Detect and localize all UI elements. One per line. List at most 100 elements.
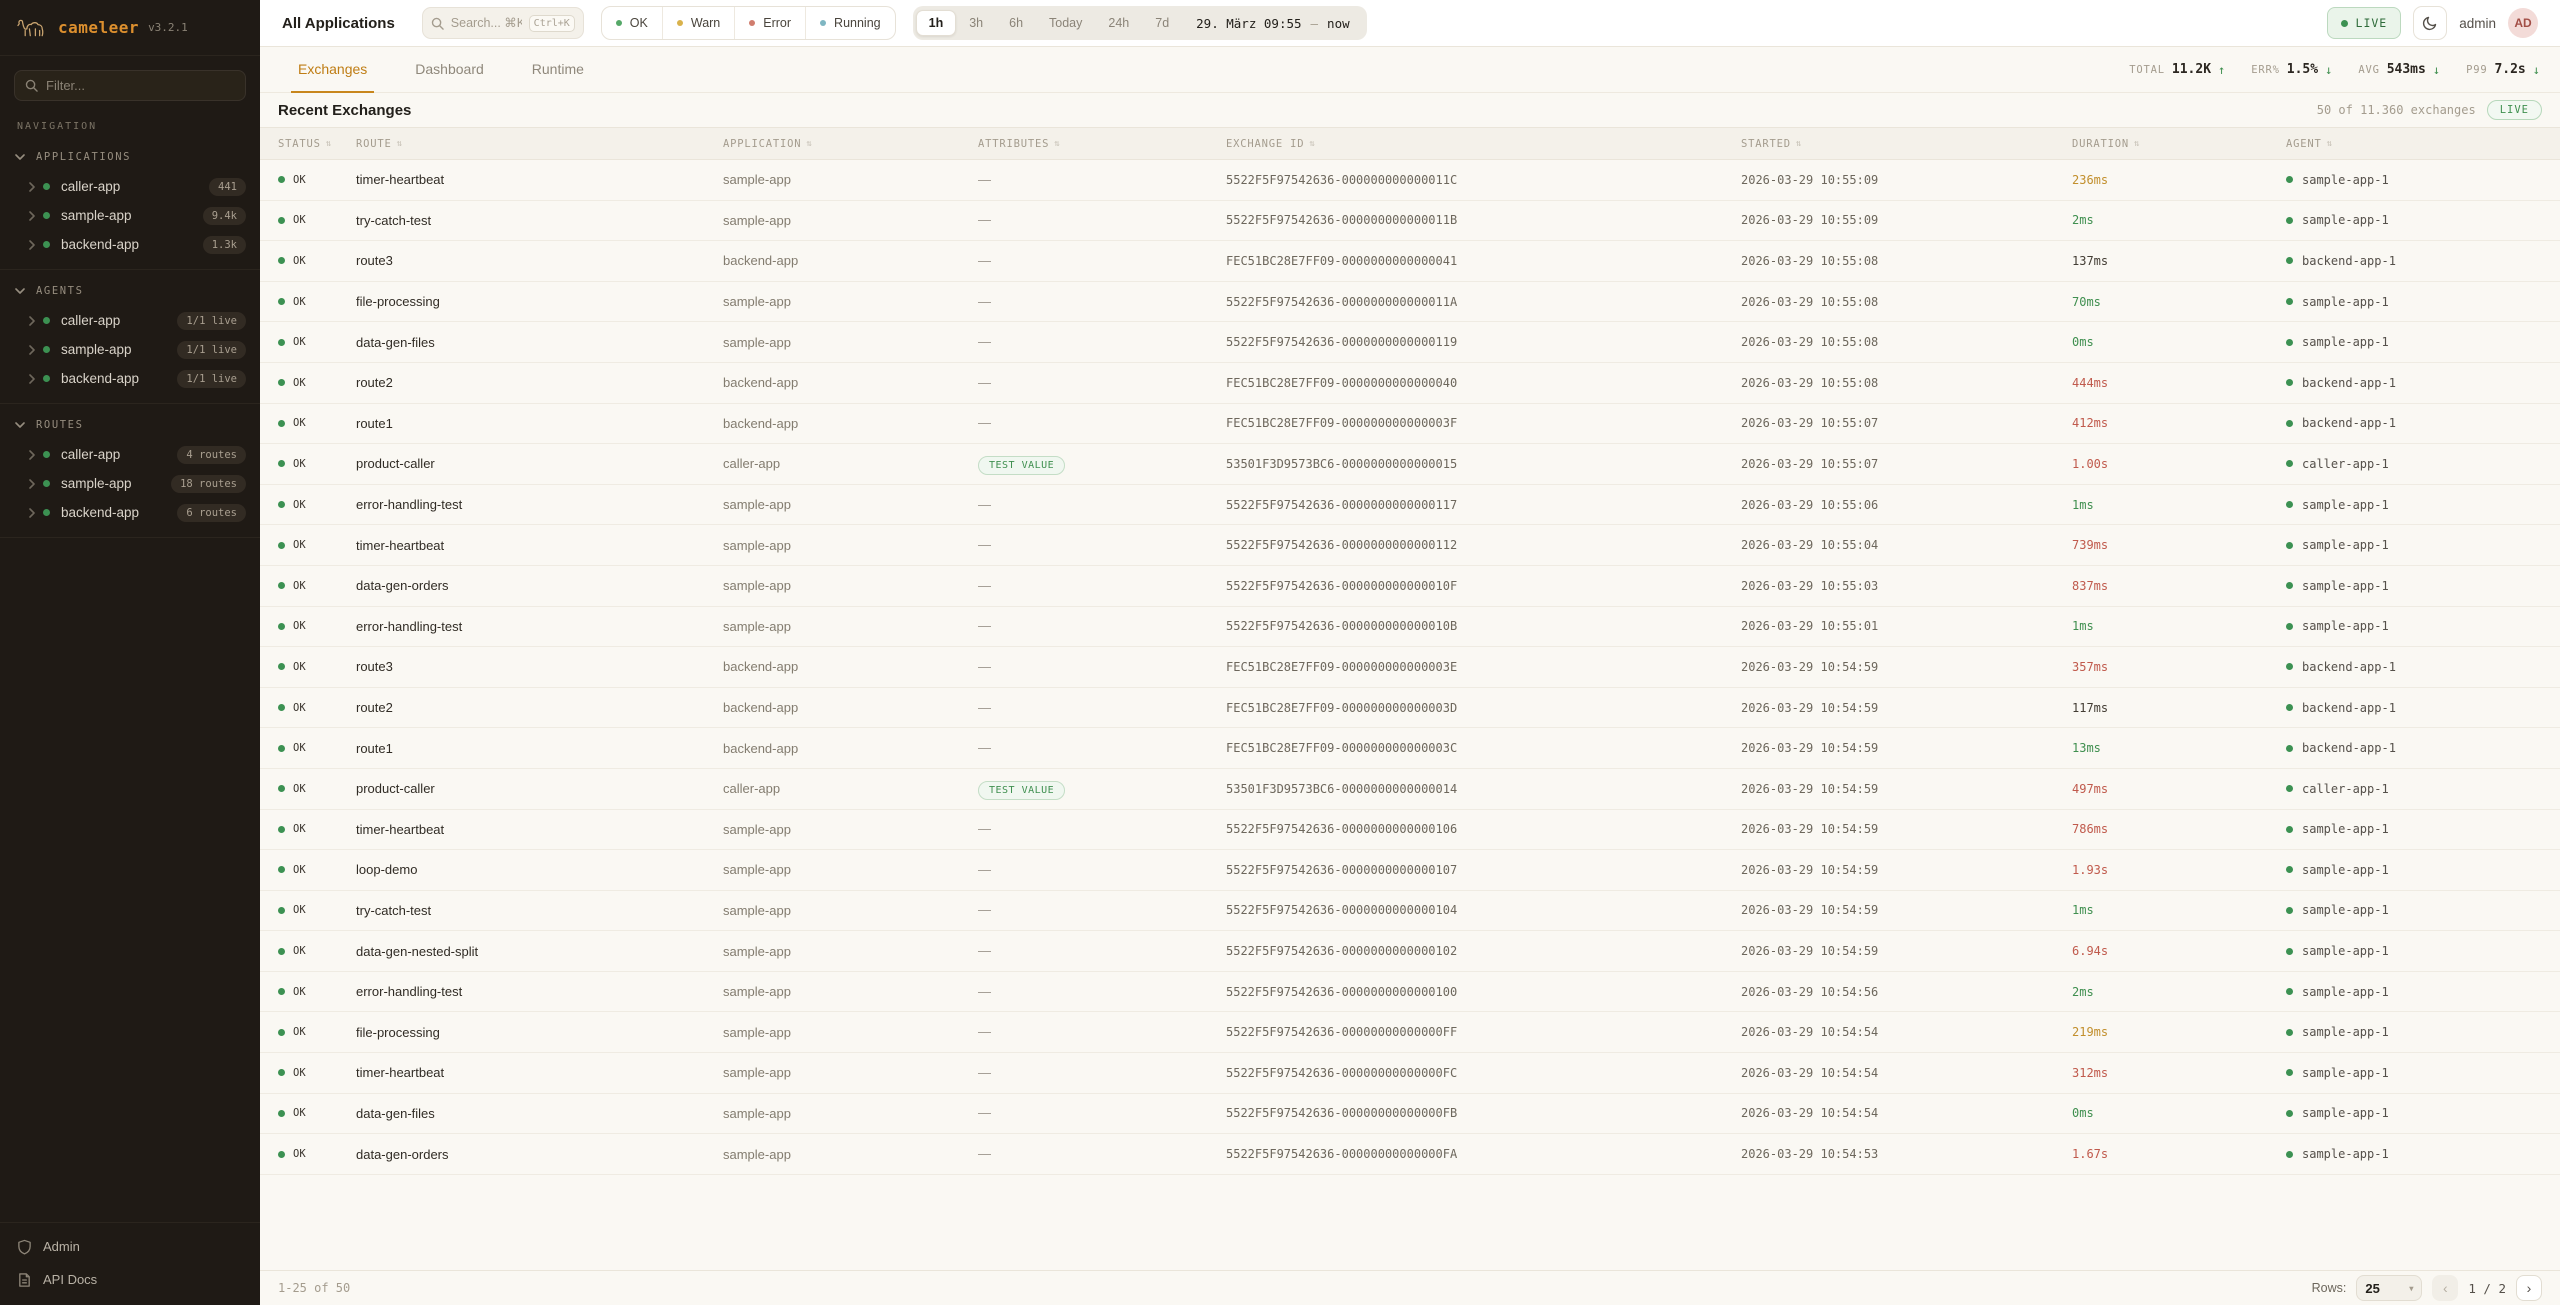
- table-row[interactable]: OK file-processing sample-app — 5522F5F9…: [260, 282, 2560, 323]
- attributes-cell: —: [978, 1023, 1226, 1041]
- avatar[interactable]: AD: [2508, 8, 2538, 38]
- status-filter-chip-ok[interactable]: OK: [602, 7, 662, 39]
- column-header-started[interactable]: STARTED ⇅: [1741, 138, 2072, 150]
- table-row[interactable]: OK route1 backend-app — FEC51BC28E7FF09-…: [260, 728, 2560, 769]
- table-row[interactable]: OK route3 backend-app — FEC51BC28E7FF09-…: [260, 241, 2560, 282]
- application-cell: sample-app: [723, 903, 978, 918]
- column-header-status[interactable]: STATUS ⇅: [278, 138, 356, 150]
- status-cell: OK: [278, 539, 356, 551]
- user-name[interactable]: admin: [2459, 16, 2496, 31]
- sidebar-item-sample-app[interactable]: sample-app 18 routes: [0, 469, 260, 498]
- next-page-button[interactable]: ›: [2516, 1275, 2542, 1301]
- sidebar-item-backend-app[interactable]: backend-app 1/1 live: [0, 364, 260, 393]
- status-cell: OK: [278, 620, 356, 632]
- application-cell: backend-app: [723, 659, 978, 674]
- rows-per-page-select[interactable]: 25 ▾: [2356, 1275, 2422, 1301]
- attributes-cell: —: [978, 211, 1226, 229]
- exchange-id-cell: 5522F5F97542636-0000000000000117: [1226, 498, 1741, 512]
- table-row[interactable]: OK error-handling-test sample-app — 5522…: [260, 485, 2560, 526]
- table-row[interactable]: OK try-catch-test sample-app — 5522F5F97…: [260, 891, 2560, 932]
- route-cell: timer-heartbeat: [356, 172, 723, 187]
- table-body: OK timer-heartbeat sample-app — 5522F5F9…: [260, 160, 2560, 1175]
- previous-page-button[interactable]: ‹: [2432, 1275, 2458, 1301]
- sidebar-item-caller-app[interactable]: caller-app 441: [0, 172, 260, 201]
- table-row[interactable]: OK data-gen-orders sample-app — 5522F5F9…: [260, 1134, 2560, 1175]
- table-row[interactable]: OK loop-demo sample-app — 5522F5F9754263…: [260, 850, 2560, 891]
- table-row[interactable]: OK timer-heartbeat sample-app — 5522F5F9…: [260, 1053, 2560, 1094]
- table-row[interactable]: OK data-gen-nested-split sample-app — 55…: [260, 931, 2560, 972]
- column-header-label: EXCHANGE ID: [1226, 138, 1304, 150]
- exchange-id-cell: 5522F5F97542636-0000000000000119: [1226, 335, 1741, 349]
- agent-cell: sample-app-1: [2286, 579, 2542, 593]
- sidebar-item-badge: 1.3k: [203, 236, 246, 254]
- table-row[interactable]: OK route3 backend-app — FEC51BC28E7FF09-…: [260, 647, 2560, 688]
- time-range-option-24h[interactable]: 24h: [1095, 10, 1142, 36]
- tab-runtime[interactable]: Runtime: [525, 47, 591, 93]
- started-cell: 2026-03-29 10:55:04: [1741, 538, 2072, 552]
- table-row[interactable]: OK timer-heartbeat sample-app — 5522F5F9…: [260, 525, 2560, 566]
- tab-dashboard[interactable]: Dashboard: [408, 47, 491, 93]
- sidebar-group-header[interactable]: ROUTES: [0, 410, 260, 440]
- time-range-option-7d[interactable]: 7d: [1142, 10, 1182, 36]
- time-range-option-1h[interactable]: 1h: [916, 10, 957, 36]
- sidebar-item-api-docs[interactable]: API Docs: [0, 1263, 260, 1296]
- time-range-option-today[interactable]: Today: [1036, 10, 1095, 36]
- search-input[interactable]: [451, 16, 522, 30]
- theme-toggle-button[interactable]: [2413, 6, 2447, 40]
- sidebar-item-backend-app[interactable]: backend-app 6 routes: [0, 498, 260, 527]
- table-row[interactable]: OK error-handling-test sample-app — 5522…: [260, 607, 2560, 648]
- sidebar-item-caller-app[interactable]: caller-app 1/1 live: [0, 306, 260, 335]
- started-cell: 2026-03-29 10:55:08: [1741, 376, 2072, 390]
- date-range-display[interactable]: 29. März 09:55–now: [1182, 16, 1363, 31]
- attributes-cell: —: [978, 901, 1226, 919]
- sidebar-item-caller-app[interactable]: caller-app 4 routes: [0, 440, 260, 469]
- status-text: OK: [293, 214, 306, 226]
- table-row[interactable]: OK file-processing sample-app — 5522F5F9…: [260, 1012, 2560, 1053]
- tab-exchanges[interactable]: Exchanges: [291, 47, 374, 93]
- started-cell: 2026-03-29 10:54:59: [1741, 822, 2072, 836]
- time-range-option-3h[interactable]: 3h: [956, 10, 996, 36]
- exchange-id-cell: 5522F5F97542636-0000000000000104: [1226, 903, 1741, 917]
- table-row[interactable]: OK product-caller caller-app TEST VALUE …: [260, 444, 2560, 485]
- table-row[interactable]: OK data-gen-files sample-app — 5522F5F97…: [260, 322, 2560, 363]
- table-row[interactable]: OK route2 backend-app — FEC51BC28E7FF09-…: [260, 363, 2560, 404]
- status-dot: [43, 346, 50, 353]
- sidebar-group-header[interactable]: APPLICATIONS: [0, 142, 260, 172]
- shield-icon: [17, 1239, 32, 1255]
- table-row[interactable]: OK route1 backend-app — FEC51BC28E7FF09-…: [260, 404, 2560, 445]
- column-header-agent[interactable]: AGENT ⇅: [2286, 138, 2542, 150]
- status-filter-chip-error[interactable]: Error: [734, 7, 805, 39]
- route-cell: timer-heartbeat: [356, 538, 723, 553]
- column-header-exchange-id[interactable]: EXCHANGE ID ⇅: [1226, 138, 1741, 150]
- route-cell: route2: [356, 700, 723, 715]
- column-header-application[interactable]: APPLICATION ⇅: [723, 138, 978, 150]
- agent-name: backend-app-1: [2302, 701, 2396, 715]
- table-row[interactable]: OK error-handling-test sample-app — 5522…: [260, 972, 2560, 1013]
- sidebar-item-admin[interactable]: Admin: [0, 1230, 260, 1263]
- route-cell: route3: [356, 659, 723, 674]
- sidebar-item-backend-app[interactable]: backend-app 1.3k: [0, 230, 260, 259]
- table-row[interactable]: OK product-caller caller-app TEST VALUE …: [260, 769, 2560, 810]
- status-filter-chip-running[interactable]: Running: [805, 7, 895, 39]
- started-cell: 2026-03-29 10:55:09: [1741, 213, 2072, 227]
- sidebar-filter-input[interactable]: [46, 78, 235, 93]
- table-row[interactable]: OK timer-heartbeat sample-app — 5522F5F9…: [260, 160, 2560, 201]
- duration-cell: 2ms: [2072, 213, 2286, 227]
- sidebar-group-header[interactable]: AGENTS: [0, 276, 260, 306]
- table-row[interactable]: OK try-catch-test sample-app — 5522F5F97…: [260, 201, 2560, 242]
- status-filter-chip-warn[interactable]: Warn: [662, 7, 734, 39]
- table-row[interactable]: OK timer-heartbeat sample-app — 5522F5F9…: [260, 810, 2560, 851]
- live-toggle-button[interactable]: LIVE: [2327, 7, 2402, 39]
- sidebar-item-sample-app[interactable]: sample-app 9.4k: [0, 201, 260, 230]
- table-row[interactable]: OK data-gen-files sample-app — 5522F5F97…: [260, 1094, 2560, 1135]
- sidebar-item-sample-app[interactable]: sample-app 1/1 live: [0, 335, 260, 364]
- status-text: OK: [293, 458, 306, 470]
- column-header-duration[interactable]: DURATION ⇅: [2072, 138, 2286, 150]
- time-range-option-6h[interactable]: 6h: [996, 10, 1036, 36]
- column-header-route[interactable]: ROUTE ⇅: [356, 138, 723, 150]
- table-row[interactable]: OK route2 backend-app — FEC51BC28E7FF09-…: [260, 688, 2560, 729]
- table-row[interactable]: OK data-gen-orders sample-app — 5522F5F9…: [260, 566, 2560, 607]
- column-header-attributes[interactable]: ATTRIBUTES ⇅: [978, 138, 1226, 150]
- started-cell: 2026-03-29 10:54:54: [1741, 1025, 2072, 1039]
- chevron-down-icon: [15, 154, 25, 160]
